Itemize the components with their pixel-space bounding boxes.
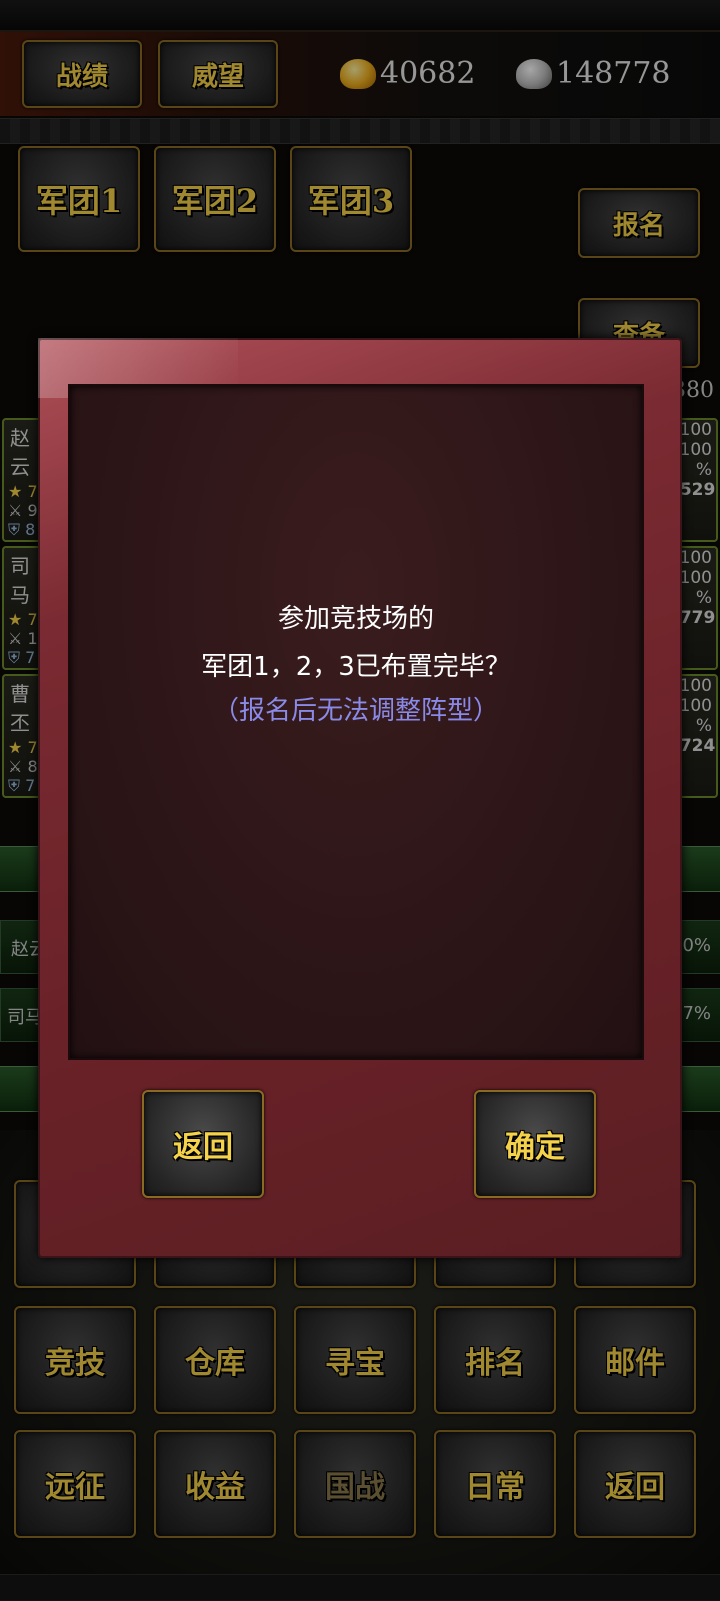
dialog-confirm-button[interactable]: 确定 bbox=[474, 1090, 596, 1198]
dialog-line-2: 军团1，2，3已布置完毕？ bbox=[201, 652, 511, 682]
dialog-line-1: 参加竞技场的 bbox=[277, 604, 434, 634]
dialog-back-button[interactable]: 返回 bbox=[142, 1090, 264, 1198]
dialog-note: （报名后无法调整阵型） bbox=[212, 696, 499, 726]
